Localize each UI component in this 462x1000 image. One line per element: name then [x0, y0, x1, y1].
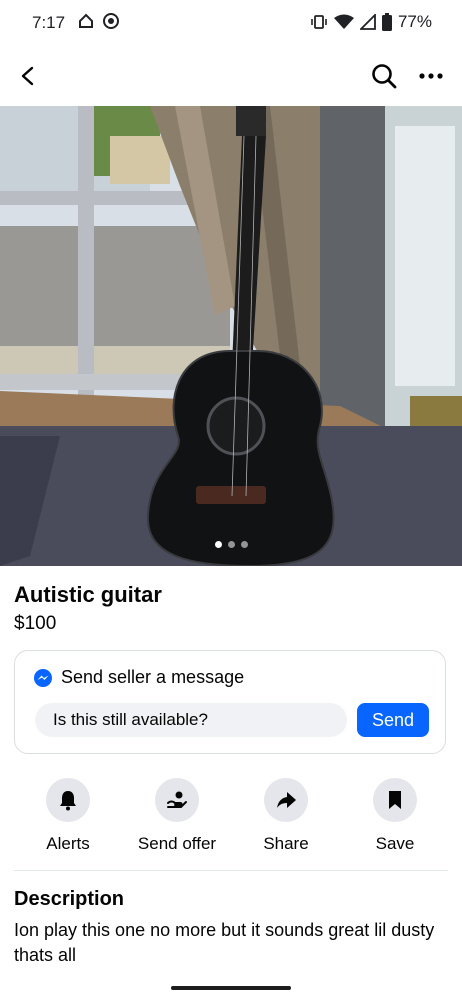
photo-dot	[240, 541, 248, 548]
back-button[interactable]	[12, 60, 44, 92]
send-offer-circle	[155, 778, 199, 822]
description-heading: Description	[14, 888, 125, 910]
message-card-title: Send seller a message	[61, 667, 245, 687]
listing-price: $100	[14, 613, 57, 634]
home-notification-icon	[79, 13, 93, 28]
description-text: Ion play this one no more but it sounds …	[14, 920, 435, 965]
photo-pagination	[0, 541, 462, 548]
send-offer-label: Send offer	[137, 834, 217, 853]
message-card-header: Send seller a message	[33, 667, 244, 688]
bell-icon	[60, 791, 76, 811]
more-horizontal-icon	[419, 73, 443, 79]
chevron-left-icon	[21, 66, 34, 86]
search-button[interactable]	[368, 60, 400, 92]
photo-dot	[227, 541, 235, 548]
alerts-circle	[46, 778, 90, 822]
wifi-icon	[333, 14, 354, 29]
more-options-button[interactable]	[414, 60, 448, 92]
save-button[interactable]: Save	[345, 778, 445, 854]
share-circle	[264, 778, 308, 822]
status-time: 7:17	[32, 13, 66, 32]
share-button[interactable]: Share	[236, 778, 336, 854]
app-notification-icon	[103, 13, 119, 29]
top-bar	[0, 46, 462, 106]
section-divider	[14, 870, 448, 871]
send-button[interactable]: Send	[357, 703, 429, 737]
share-label: Share	[263, 834, 309, 853]
message-input[interactable]	[35, 703, 347, 737]
home-indicator[interactable]	[171, 986, 291, 990]
bookmark-icon	[389, 791, 401, 809]
save-circle	[373, 778, 417, 822]
status-bar: 7:17 77%	[0, 0, 462, 46]
offer-icon	[167, 791, 187, 808]
search-icon	[372, 64, 397, 89]
status-right: 77%	[310, 12, 432, 32]
battery-percent: 77%	[397, 12, 432, 31]
battery-icon	[381, 13, 392, 31]
alerts-label: Alerts	[46, 834, 90, 853]
send-offer-button[interactable]: Send offer	[127, 778, 227, 854]
message-seller-card: Send seller a message Send	[14, 650, 446, 754]
alerts-button[interactable]: Alerts	[18, 778, 118, 854]
messenger-icon	[34, 668, 52, 687]
status-left-icons	[78, 12, 120, 30]
listing-photo[interactable]	[0, 106, 462, 566]
photo-dot-active	[214, 541, 222, 548]
signal-icon	[359, 14, 376, 30]
share-icon	[277, 792, 296, 808]
vibrate-icon	[311, 15, 327, 29]
listing-title: Autistic guitar	[14, 582, 162, 607]
save-label: Save	[375, 834, 415, 853]
guitar-photo	[0, 106, 462, 566]
action-row: Alerts Send offer Share Save	[0, 778, 462, 858]
